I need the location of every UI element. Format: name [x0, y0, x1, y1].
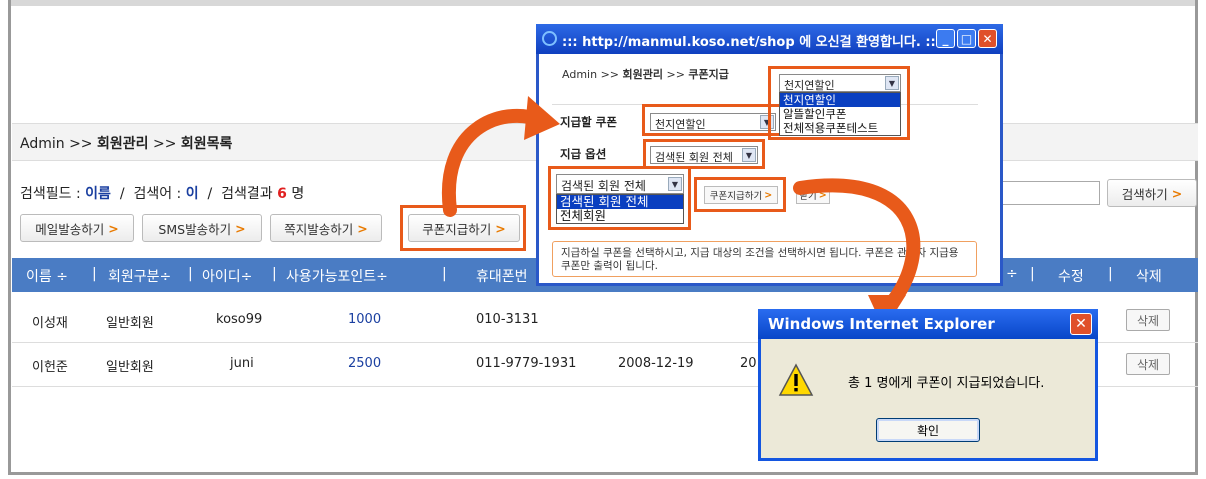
popup-breadcrumb: Admin >> 회원관리 >> 쿠폰지급 [562, 68, 729, 81]
close-icon[interactable]: ✕ [1070, 313, 1092, 335]
popup-close-button[interactable]: 닫기 > [796, 186, 830, 204]
popup-title: ::: http://manmul.koso.net/shop 에 오신걸 환영… [562, 35, 956, 50]
column-header-points[interactable]: 사용가능포인트÷ [286, 266, 388, 286]
member-points: 2500 [348, 356, 382, 371]
ok-button[interactable]: 확인 [876, 418, 980, 442]
delete-button[interactable]: 삭제 [1126, 353, 1170, 375]
search-button[interactable]: 검색하기 > [1107, 179, 1197, 207]
member-phone: 010-3131 [476, 312, 539, 327]
member-type: 일반회원 [106, 360, 154, 375]
popup-note: 지급하실 쿠폰을 선택하시고, 지급 대상의 조건을 선택하시면 됩니다. 쿠폰… [552, 241, 977, 277]
sort-icon: ÷ [376, 269, 388, 285]
column-header-phone[interactable]: 휴대폰번 [476, 266, 528, 286]
member-name[interactable]: 이헌준 [32, 356, 68, 375]
coupon-label: 지급할 쿠폰 [560, 115, 617, 129]
member-name[interactable]: 이성재 [32, 312, 68, 331]
option-select-highlight [643, 139, 765, 169]
search-term-value: 이 [185, 186, 199, 202]
close-icon[interactable]: ✕ [978, 29, 997, 48]
member-id: juni [230, 356, 254, 371]
column-header-id[interactable]: 아이디÷ [202, 266, 252, 286]
member-type: 일반회원 [106, 316, 154, 331]
search-summary: 검색필드 : 이름 / 검색어 : 이 / 검색결과 6 명 [20, 186, 305, 202]
coupon-dropdown-highlight [768, 66, 910, 140]
member-join-date: 2008-12-19 [618, 356, 694, 371]
member-extra: 20 [740, 356, 757, 371]
coupon-select-highlight [642, 104, 782, 136]
give-button-highlight [694, 177, 786, 212]
ie-icon [542, 31, 557, 46]
maximize-icon[interactable]: □ [957, 29, 976, 48]
breadcrumb: Admin >> 회원관리 >> 회원목록 [20, 136, 233, 152]
member-points: 1000 [348, 312, 382, 327]
coupon-button-highlight [400, 205, 526, 251]
option-dropdown-highlight [548, 166, 691, 230]
sort-icon: ÷ [240, 269, 253, 285]
send-note-button[interactable]: 쪽지발송하기 > [270, 214, 382, 242]
warning-icon [778, 363, 814, 396]
chevron-right-icon: > [108, 220, 119, 236]
page-title: 회원목록 [180, 136, 233, 152]
column-header-name[interactable]: 이름 ÷ [26, 266, 68, 286]
send-sms-button[interactable]: SMS발송하기 > [142, 214, 262, 242]
sort-icon: ÷ [1006, 266, 1018, 282]
option-label: 지급 옵션 [560, 147, 607, 161]
search-field-value: 이름 [85, 186, 111, 202]
chevron-right-icon: > [357, 220, 368, 236]
column-header-type[interactable]: 회원구분÷ [108, 266, 171, 286]
alert-title: Windows Internet Explorer [768, 315, 995, 333]
alert-message: 총 1 명에게 쿠폰이 지급되었습니다. [848, 376, 1045, 391]
sort-icon: ÷ [159, 269, 172, 285]
breadcrumb-section[interactable]: 회원관리 [97, 136, 149, 152]
column-header-delete: 삭제 [1136, 269, 1162, 285]
member-id: koso99 [216, 312, 263, 327]
member-phone: 011-9779-1931 [476, 356, 577, 371]
delete-button[interactable]: 삭제 [1126, 309, 1170, 331]
minimize-icon[interactable]: _ [936, 29, 955, 48]
chevron-right-icon: > [1171, 185, 1183, 201]
alert-titlebar[interactable]: Windows Internet Explorer ✕ [758, 309, 1098, 339]
search-input[interactable] [996, 181, 1100, 205]
column-header-edit: 수정 [1058, 269, 1084, 285]
breadcrumb-admin[interactable]: Admin [20, 136, 65, 152]
popup-titlebar[interactable]: ::: http://manmul.koso.net/shop 에 오신걸 환영… [536, 24, 1003, 54]
sort-icon: ÷ [56, 269, 68, 285]
send-mail-button[interactable]: 메일발송하기 > [20, 214, 134, 242]
chevron-right-icon: > [818, 189, 827, 201]
chevron-right-icon: > [235, 220, 246, 236]
result-count: 6 [277, 186, 287, 202]
